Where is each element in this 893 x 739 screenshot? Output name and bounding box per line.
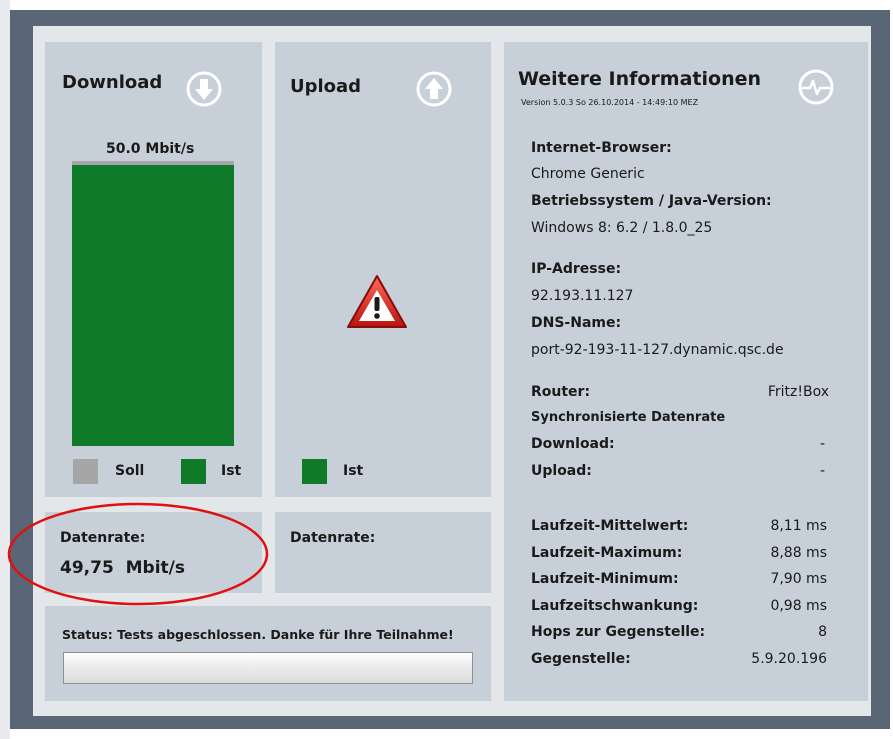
browser-label: Internet-Browser: [531,140,672,156]
upload-legend-ist-swatch [302,459,327,484]
stat-label: Laufzeitschwankung: [531,597,699,614]
stat-value: 7,90 ms [770,571,827,587]
warning-icon [347,275,407,328]
ip-value: 92.193.11.127 [531,288,634,304]
router-value: Fritz!Box [767,384,829,400]
os-label: Betriebssystem / Java-Version: [531,193,772,209]
download-title: Download [62,72,163,93]
legend-soll-label: Soll [115,463,145,479]
router-label: Router: [531,384,591,400]
upload-rate-box [275,512,491,593]
legend-soll-swatch [73,459,98,484]
stat-value: 8,11 ms [770,518,827,534]
upload-legend-ist-label: Ist [343,463,364,479]
version-text: Version 5.0.3 So 26.10.2014 - 14:49:10 M… [521,98,699,107]
upload-box [275,42,491,497]
stat-label: Laufzeit-Mittelwert: [531,518,689,534]
sync-upload-label: Upload: [531,463,592,479]
stat-value: 0,98 ms [770,597,827,614]
legend-ist-label: Ist [221,463,242,479]
ip-label: IP-Adresse: [531,261,622,277]
download-arrow-icon [186,71,222,107]
sync-download-value: - [819,436,825,452]
sync-rate-label: Synchronisierte Datenrate [531,410,726,425]
dns-label: DNS-Name: [531,315,622,331]
upload-rate-label: Datenrate: [290,530,376,546]
download-ist-bar [72,165,234,446]
sync-download-label: Download: [531,436,615,452]
upload-title: Upload [290,76,362,97]
stat-label: Hops zur Gegenstelle: [531,624,706,640]
annotation-ellipse [7,502,269,606]
download-max-label: 50.0 Mbit/s [106,141,195,157]
stat-value: 8 [818,624,827,640]
stat-label: Laufzeit-Minimum: [531,571,679,587]
stat-label: Laufzeit-Maximum: [531,544,683,561]
stat-value: 5.9.20.196 [751,650,827,667]
info-title: Weitere Informationen [518,68,762,90]
status-label: Status: [62,627,113,642]
progress-bar [63,652,473,684]
os-value: Windows 8: 6.2 / 1.8.0_25 [531,220,713,236]
sync-upload-value: - [819,463,825,479]
upload-arrow-icon [416,71,452,107]
browser-value: Chrome Generic [531,166,645,182]
dns-value: port-92-193-11-127.dynamic.qsc.de [531,342,784,358]
stat-value: 8,88 ms [770,544,827,561]
window-edge [0,0,10,739]
status-line: Status: Tests abgeschlossen. Danke für I… [62,627,454,642]
stat-label: Gegenstelle: [531,650,631,667]
legend-ist-swatch [181,459,206,484]
pulse-icon [798,69,834,105]
status-text: Tests abgeschlossen. Danke für Ihre Teil… [117,627,454,642]
